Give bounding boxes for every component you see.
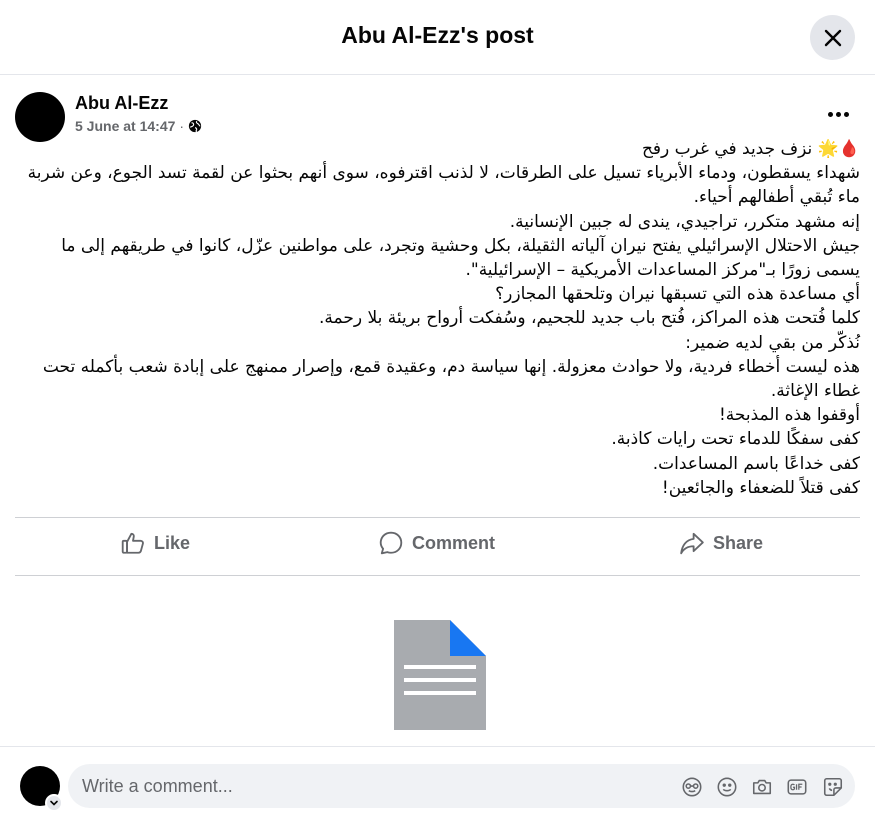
avatar-sticker-button[interactable] [680, 775, 704, 799]
more-options-icon [827, 111, 833, 117]
post-text: 🩸🌟 نزف جديد في غرب رفح شهداء يسقطون، ودم… [15, 137, 860, 500]
gif-icon [787, 779, 807, 795]
dialog-header: Abu Al-Ezz's post [0, 0, 875, 75]
like-button[interactable]: Like [120, 528, 190, 558]
post-line: شهداء يسقطون، ودماء الأبرياء تسيل على ال… [27, 163, 860, 208]
dialog-title: Abu Al-Ezz's post [341, 22, 534, 48]
camera-icon [752, 779, 772, 795]
post-line: نُذكّر من بقي لديه ضمير: [685, 332, 860, 353]
close-button[interactable] [810, 15, 855, 60]
like-label: Like [154, 532, 191, 553]
post-line: هذه ليست أخطاء فردية، ولا حوادث معزولة. … [42, 356, 860, 402]
post-line: أي مساعدة هذه التي تسبقها نيران وتلحقها … [495, 284, 860, 305]
author-name[interactable]: Abu Al-Ezz [75, 93, 168, 114]
comment-bubble-icon [379, 531, 403, 555]
avatar-chevron-button[interactable] [45, 794, 63, 812]
share-arrow-icon [680, 532, 704, 555]
globe-icon[interactable] [188, 119, 202, 133]
post-line: إنه مشهد متكرر، تراجيدي، يندى له جبين ال… [509, 211, 860, 232]
post-line: كفى سفكًا للدماء تحت رايات كاذبة. [611, 429, 860, 450]
more-options-button[interactable] [820, 98, 856, 130]
post-line: جيش الاحتلال الإسرائيلي يفتح نيران آليات… [61, 235, 860, 281]
sticker-button[interactable] [821, 775, 845, 799]
share-button[interactable]: Share [679, 528, 763, 558]
comment-label: Comment [412, 532, 496, 553]
document-icon[interactable] [394, 620, 486, 730]
avatar-sticker-icon [682, 777, 702, 797]
close-icon [824, 29, 841, 46]
sticker-icon [823, 777, 843, 797]
post-line: كلما فُتحت هذه المراكز، فُتح باب جديد لل… [318, 308, 860, 329]
post-line: كفى قتلاً للضعفاء والجائعين! [661, 477, 860, 498]
post-line: 🩸🌟 نزف جديد في غرب رفح [641, 139, 860, 159]
meta-separator: · [179, 118, 185, 134]
camera-button[interactable] [750, 775, 774, 799]
gif-button[interactable] [785, 775, 809, 799]
share-label: Share [713, 532, 764, 553]
post-meta: 5 June at 14:47 · [75, 118, 202, 134]
thumbs-up-icon [121, 532, 144, 554]
comment-button[interactable]: Comment [378, 528, 495, 558]
emoji-icon [717, 777, 737, 797]
post-line: أوقفوا هذه المذبحة! [718, 405, 860, 426]
author-avatar[interactable] [15, 92, 65, 142]
post-timestamp[interactable]: 5 June at 14:47 [75, 118, 175, 134]
post-line: كفى خداعًا باسم المساعدات. [652, 453, 860, 474]
emoji-button[interactable] [715, 775, 739, 799]
actions-divider-top [15, 517, 860, 518]
actions-divider-bottom [15, 575, 860, 576]
chevron-down-icon [50, 800, 58, 806]
